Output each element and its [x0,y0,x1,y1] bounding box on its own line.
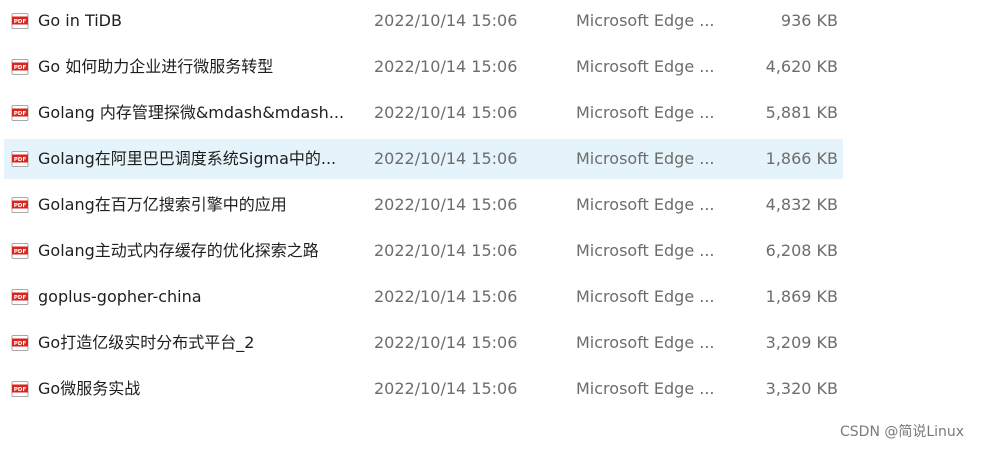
file-name: Go打造亿级实时分布式平台_2 [38,333,255,352]
svg-text:PDF: PDF [14,387,27,393]
file-row-selected[interactable]: PDF Golang在阿里巴巴调度系统Sigma中的... 2022/10/14… [4,139,843,179]
file-name: Go 如何助力企业进行微服务转型 [38,57,274,76]
file-type: Microsoft Edge ... [576,103,715,122]
file-date: 2022/10/14 15:06 [374,11,518,30]
svg-text:PDF: PDF [14,341,27,347]
file-size: 5,881 KB [765,103,838,122]
file-date: 2022/10/14 15:06 [374,241,518,260]
file-size: 3,209 KB [765,333,838,352]
pdf-icon: PDF [11,151,29,167]
svg-text:PDF: PDF [14,295,27,301]
file-date: 2022/10/14 15:06 [374,333,518,352]
pdf-icon: PDF [11,13,29,29]
file-name: Golang在百万亿搜索引擎中的应用 [38,195,287,214]
svg-text:PDF: PDF [14,203,27,209]
pdf-icon: PDF [11,243,29,259]
file-row[interactable]: PDF Go微服务实战 2022/10/14 15:06 Microsoft E… [4,369,843,409]
file-size: 4,620 KB [765,57,838,76]
file-date: 2022/10/14 15:06 [374,287,518,306]
svg-text:PDF: PDF [14,249,27,255]
pdf-icon: PDF [11,59,29,75]
svg-text:PDF: PDF [14,111,27,117]
file-row[interactable]: PDF goplus-gopher-china 2022/10/14 15:06… [4,277,843,317]
file-date: 2022/10/14 15:06 [374,379,518,398]
svg-text:PDF: PDF [14,65,27,71]
file-type: Microsoft Edge ... [576,379,715,398]
pdf-icon: PDF [11,335,29,351]
file-name: goplus-gopher-china [38,287,202,306]
file-size: 4,832 KB [765,195,838,214]
file-name: Go in TiDB [38,11,122,30]
file-size: 1,866 KB [765,149,838,168]
file-row[interactable]: PDF Golang主动式内存缓存的优化探索之路 2022/10/14 15:0… [4,231,843,271]
file-row[interactable]: PDF Go 如何助力企业进行微服务转型 2022/10/14 15:06 Mi… [4,47,843,87]
file-date: 2022/10/14 15:06 [374,57,518,76]
svg-text:PDF: PDF [14,19,27,25]
file-name: Golang主动式内存缓存的优化探索之路 [38,241,319,260]
file-type: Microsoft Edge ... [576,195,715,214]
csdn-watermark: CSDN @简说Linux [840,424,965,440]
pdf-icon: PDF [11,105,29,121]
file-size: 6,208 KB [765,241,838,260]
svg-text:PDF: PDF [14,157,27,163]
file-size: 3,320 KB [765,379,838,398]
pdf-icon: PDF [11,289,29,305]
file-row[interactable]: PDF Go in TiDB 2022/10/14 15:06 Microsof… [4,1,843,41]
pdf-icon: PDF [11,197,29,213]
file-type: Microsoft Edge ... [576,241,715,260]
file-type: Microsoft Edge ... [576,57,715,76]
file-name: Go微服务实战 [38,379,141,398]
file-size: 1,869 KB [765,287,838,306]
file-date: 2022/10/14 15:06 [374,149,518,168]
file-row[interactable]: PDF Golang在百万亿搜索引擎中的应用 2022/10/14 15:06 … [4,185,843,225]
file-name: Golang在阿里巴巴调度系统Sigma中的... [38,149,337,168]
file-row[interactable]: PDF Go打造亿级实时分布式平台_2 2022/10/14 15:06 Mic… [4,323,843,363]
file-row[interactable]: PDF Golang 内存管理探微&mdash&mdash... 2022/10… [4,93,843,133]
file-date: 2022/10/14 15:06 [374,195,518,214]
file-type: Microsoft Edge ... [576,149,715,168]
file-type: Microsoft Edge ... [576,287,715,306]
file-date: 2022/10/14 15:06 [374,103,518,122]
file-name: Golang 内存管理探微&mdash&mdash... [38,103,345,122]
file-type: Microsoft Edge ... [576,11,715,30]
file-type: Microsoft Edge ... [576,333,715,352]
file-size: 936 KB [780,11,838,30]
pdf-icon: PDF [11,381,29,397]
